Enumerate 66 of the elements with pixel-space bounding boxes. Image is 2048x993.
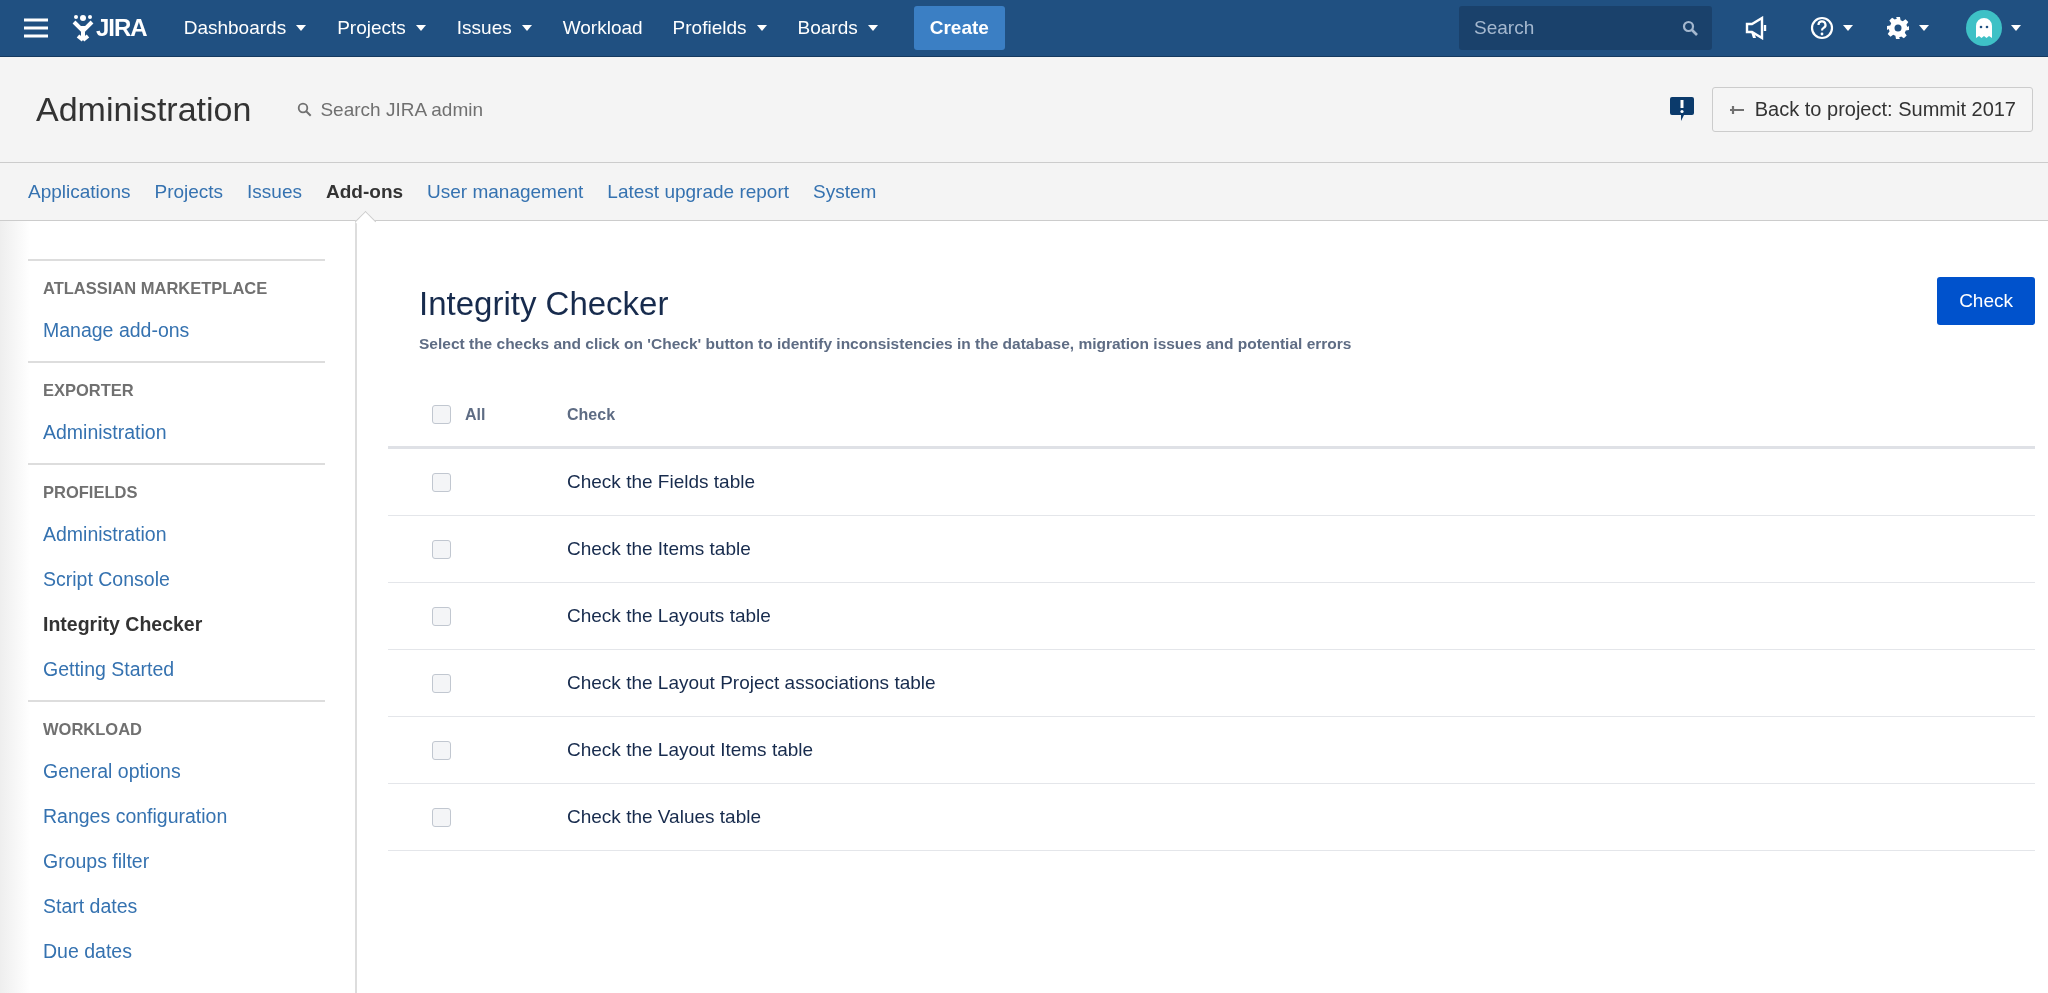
admin-search-field[interactable]: Search JIRA admin	[320, 98, 541, 121]
sidebar-link[interactable]: Due dates	[28, 929, 147, 974]
column-header: Check	[567, 405, 616, 424]
sidebar-link[interactable]: Ranges configuration	[28, 794, 243, 839]
row-checkbox[interactable]	[432, 740, 451, 760]
admin-tab[interactable]: User management	[415, 163, 596, 220]
check-label: Check the Fields table	[567, 471, 755, 493]
caret-icon	[1842, 24, 1854, 32]
check-label: Check the Layouts table	[567, 605, 771, 627]
nav-menu-item[interactable]: Dashboards	[168, 6, 323, 50]
sidebar-link[interactable]: Groups filter	[28, 839, 165, 884]
back-to-project-button[interactable]: Back to project: Summit 2017	[1711, 87, 2033, 132]
search-field[interactable]: Search	[1459, 6, 1712, 50]
sidebar-link[interactable]: Administration	[28, 410, 182, 455]
check-label: Check the Values table	[567, 806, 761, 828]
back-arrow-icon	[1728, 104, 1745, 115]
avatar-icon	[1966, 10, 2002, 46]
row-checkbox[interactable]	[432, 539, 451, 559]
sidebar-heading: ATLASSIAN MARKETPLACE	[42, 278, 269, 299]
row-checkbox[interactable]	[432, 606, 451, 626]
admin-tab[interactable]: Issues	[235, 163, 314, 220]
column-header: All	[465, 405, 486, 424]
admin-tab[interactable]: System	[801, 163, 889, 220]
row-checkbox[interactable]	[432, 472, 451, 492]
search-icon	[297, 102, 313, 117]
check-label: Check the Layout Project associations table	[567, 672, 936, 694]
check-button[interactable]: Check	[1937, 277, 2035, 325]
create-button[interactable]: Create	[913, 6, 1005, 50]
sidebar-link[interactable]: General options	[28, 749, 196, 794]
logo-figure-icon	[72, 14, 94, 42]
panel-title: Integrity Checker	[419, 284, 670, 323]
sidebar-link[interactable]: Script Console	[28, 557, 185, 602]
nav-menu-item[interactable]: Issues	[441, 6, 548, 50]
sidebar-link[interactable]: Integrity Checker	[28, 602, 218, 647]
check-label: Check the Layout Items table	[567, 739, 814, 761]
sidebar-heading: PROFIELDS	[42, 482, 139, 503]
row-checkbox[interactable]	[432, 807, 451, 827]
page-title: Administration	[36, 90, 252, 129]
row-checkbox[interactable]	[432, 673, 451, 693]
menu-icon[interactable]	[24, 18, 48, 38]
search-icon	[1682, 20, 1698, 36]
check-label: Check the Items table	[567, 538, 751, 560]
panel-description: Select the checks and click on 'Check' button to identify inconsistencies in the database, migration issues and potential errors	[419, 335, 1353, 353]
admin-tab[interactable]: Latest upgrade report	[595, 163, 802, 220]
nav-menu-item[interactable]: Projects	[322, 6, 442, 50]
nav-menu-item[interactable]: Boards	[782, 6, 894, 50]
sidebar-link[interactable]: Manage add-ons	[28, 308, 205, 353]
nav-menu-item[interactable]: Workload	[547, 6, 658, 50]
sidebar-link[interactable]: Start dates	[28, 884, 153, 929]
feedback-icon[interactable]	[1669, 97, 1694, 122]
settings-icon	[1886, 16, 1910, 40]
sidebar-link[interactable]: Administration	[28, 512, 182, 557]
sidebar-heading: WORKLOAD	[42, 719, 143, 740]
jira-logo[interactable]: JIRA	[72, 14, 147, 42]
admin-tab[interactable]: Projects	[142, 163, 236, 220]
avatar-button[interactable]	[1966, 10, 2022, 46]
caret-icon	[2010, 24, 2022, 32]
sidebar-heading: EXPORTER	[42, 380, 135, 401]
help-button[interactable]	[1810, 16, 1854, 40]
help-icon	[1810, 16, 1834, 40]
nav-menu-item[interactable]: Profields	[657, 6, 783, 50]
admin-tab[interactable]: Applications	[16, 163, 143, 220]
select-all-checkbox[interactable]	[432, 405, 451, 424]
caret-icon	[1918, 24, 1930, 32]
sidebar-link[interactable]: Getting Started	[28, 647, 190, 692]
settings-button[interactable]	[1886, 16, 1930, 40]
